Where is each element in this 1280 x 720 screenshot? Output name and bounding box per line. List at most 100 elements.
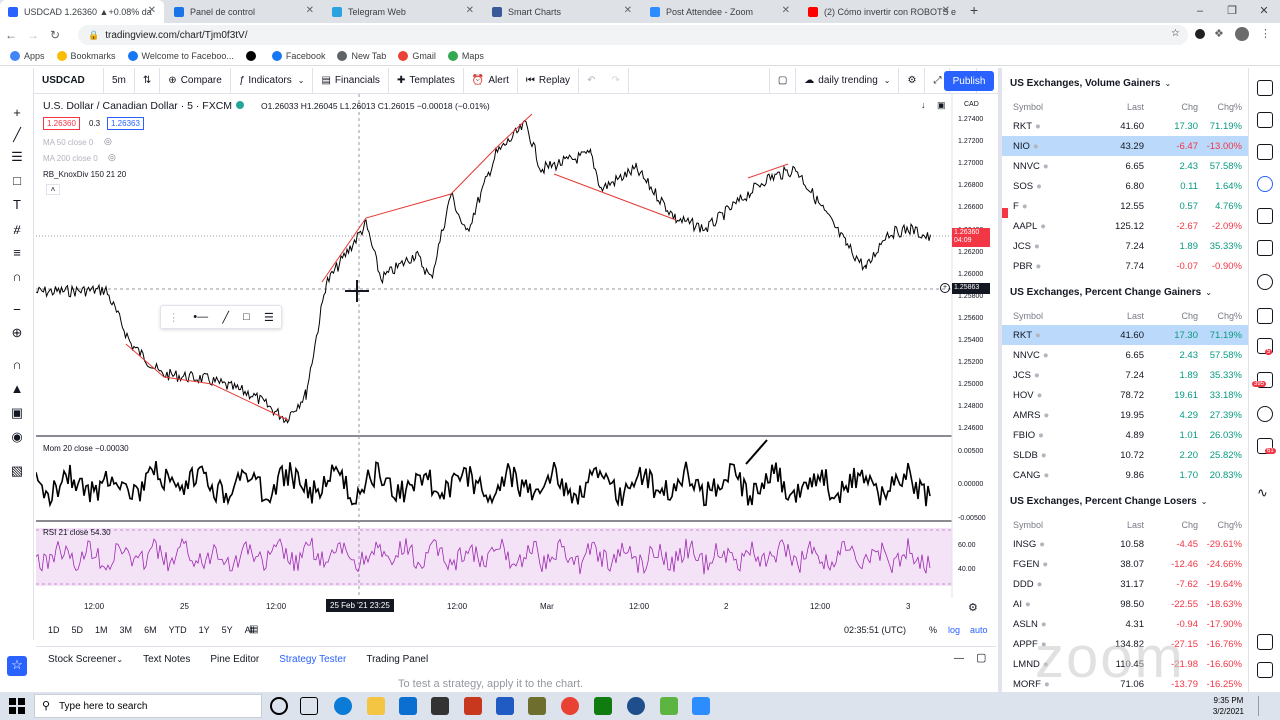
range-button[interactable]: 1Y: [199, 625, 210, 635]
browser-tab[interactable]: Telegram Web ✕: [324, 0, 482, 23]
bookmark-item[interactable]: Bookmarks: [56, 51, 116, 61]
panel-tab[interactable]: Pine Editor: [210, 654, 259, 665]
fullscreen-layout-icon[interactable]: ▢: [768, 67, 797, 94]
maximize-panel-icon[interactable]: ▢: [976, 651, 986, 664]
ma50-legend[interactable]: MA 50 close 0: [43, 138, 93, 147]
column-header[interactable]: Symbol: [1002, 102, 1058, 112]
watchlist-row[interactable]: CANG ● 9.86 1.70 20.83%: [1002, 465, 1248, 485]
publish-button[interactable]: Publish: [944, 71, 994, 91]
windows-start-icon[interactable]: [9, 698, 25, 714]
watchlist-row[interactable]: DDD ● 31.17 -7.62 -19.64%: [1002, 574, 1248, 594]
watchlist-row[interactable]: F ● 12.55 0.57 4.76%: [1002, 196, 1248, 216]
watchlist-row[interactable]: RKT ● 41.60 17.30 71.19%: [1002, 325, 1248, 345]
pattern-icon[interactable]: ⧣: [8, 220, 26, 238]
watchlist-title[interactable]: US Exchanges, Percent Change Gainers ⌄: [1002, 277, 1248, 307]
column-header[interactable]: Symbol: [1002, 520, 1058, 530]
star-icon[interactable]: ☆: [1171, 28, 1180, 39]
rsi-legend[interactable]: RSI 21 close 54.30: [43, 528, 111, 537]
panel-tab[interactable]: Strategy Tester: [279, 654, 346, 665]
broadcast-icon[interactable]: [1257, 406, 1273, 422]
extension-icon[interactable]: [1195, 29, 1205, 39]
text-icon[interactable]: T: [8, 196, 26, 214]
close-tab-icon[interactable]: ✕: [782, 5, 790, 16]
app-icon[interactable]: [528, 697, 546, 715]
utc-clock[interactable]: 02:35:51 (UTC): [844, 625, 906, 635]
ma200-legend[interactable]: MA 200 close 0: [43, 154, 98, 163]
news-icon[interactable]: [1257, 112, 1273, 128]
watchlist-row[interactable]: FBIO ● 4.89 1.01 26.03%: [1002, 425, 1248, 445]
column-header[interactable]: Symbol: [1002, 311, 1058, 321]
brush-icon[interactable]: □: [8, 172, 26, 190]
auto-scale-button[interactable]: auto: [970, 625, 988, 635]
magnet-icon[interactable]: ∩: [8, 268, 26, 286]
chart-pane[interactable]: U.S. Dollar / Canadian Dollar · 5 · FXCM…: [36, 94, 994, 606]
close-tab-icon[interactable]: ✕: [466, 5, 474, 16]
gear-icon[interactable]: ⚙: [899, 67, 926, 94]
zoom-in-icon[interactable]: ⊕: [8, 324, 26, 342]
range-button[interactable]: 5D: [72, 625, 84, 635]
watchlist-row[interactable]: JCS ● 7.24 1.89 35.33%: [1002, 236, 1248, 256]
chat-icon[interactable]: [1257, 308, 1273, 324]
pulse-icon[interactable]: ∿: [1257, 486, 1273, 502]
watchlist-row[interactable]: AI ● 98.50 -22.55 -18.63%: [1002, 594, 1248, 614]
watchlist-title[interactable]: US Exchanges, Percent Change Losers ⌄: [1002, 486, 1248, 516]
browser-tab[interactable]: USDCAD 1.26360 ▲+0.08% da ✕: [0, 0, 164, 23]
column-header[interactable]: Chg%: [1198, 311, 1242, 321]
knoxdiv-legend[interactable]: RB_KnoxDiv 150 21 20: [43, 170, 126, 179]
browser-tab[interactable]: Post Attendee - Zoom ✕: [642, 0, 798, 23]
close-window-icon[interactable]: ✕: [1248, 0, 1280, 23]
bookmark-item[interactable]: Apps: [10, 51, 45, 61]
column-header[interactable]: Chg%: [1198, 102, 1242, 112]
chart-settings-gear-icon[interactable]: ⚙: [968, 601, 978, 614]
scroll-down-icon[interactable]: ↓: [921, 100, 926, 110]
watchlist-row[interactable]: AAPL ● 125.12 -2.67 -2.09%: [1002, 216, 1248, 236]
help-icon[interactable]: [1257, 662, 1273, 678]
trendline-icon[interactable]: ╱: [8, 126, 26, 144]
templates-button[interactable]: ✚ Templates: [389, 67, 464, 94]
restore-icon[interactable]: ❐: [1216, 0, 1248, 23]
calendar-icon[interactable]: [1257, 208, 1273, 224]
watchlist-row[interactable]: NNVC ● 6.65 2.43 57.58%: [1002, 156, 1248, 176]
add-alert-plus-icon[interactable]: +: [940, 283, 950, 293]
layers-icon[interactable]: [1257, 634, 1273, 650]
column-header[interactable]: Chg%: [1198, 520, 1242, 530]
watchlist-row[interactable]: JCS ● 7.24 1.89 35.33%: [1002, 365, 1248, 385]
watchlist-row[interactable]: AMRS ● 19.95 4.29 27.39%: [1002, 405, 1248, 425]
rectangle-icon[interactable]: □: [243, 311, 250, 323]
bookmark-item[interactable]: [245, 51, 260, 61]
minimize-panel-icon[interactable]: —: [954, 653, 964, 664]
close-tab-icon[interactable]: ✕: [624, 5, 632, 16]
system-clock[interactable]: 9:35 PM 3/2/2021: [1213, 695, 1244, 717]
url-field[interactable]: 🔒 tradingview.com/chart/Tjm0f3tV/ ☆: [78, 25, 1188, 45]
bookmark-item[interactable]: Maps: [447, 51, 484, 61]
pitchfork-icon[interactable]: ☰: [8, 148, 26, 166]
reload-icon[interactable]: ↻: [44, 28, 66, 42]
browser-tab[interactable]: Smart Charts ✕: [484, 0, 640, 23]
horizontal-ray-icon[interactable]: •—: [193, 311, 208, 323]
symbol-legend-title[interactable]: U.S. Dollar / Canadian Dollar · 5 · FXCM: [43, 100, 232, 112]
close-tab-icon[interactable]: ✕: [942, 5, 950, 16]
bookmark-item[interactable]: Gmail: [398, 51, 436, 61]
crosshair-icon[interactable]: +: [8, 104, 26, 122]
replay-button[interactable]: ⏮ Replay: [518, 67, 580, 94]
watchlist-row[interactable]: RKT ● 41.60 17.30 71.19%: [1002, 116, 1248, 136]
interval-button[interactable]: 5m: [104, 67, 135, 94]
magnet-mode-icon[interactable]: ∩: [8, 356, 26, 374]
close-tab-icon[interactable]: ✕: [148, 5, 156, 16]
trash-icon[interactable]: ▧: [8, 462, 26, 480]
cortana-icon[interactable]: [270, 697, 288, 715]
watchlist-icon[interactable]: [1257, 80, 1273, 96]
range-button[interactable]: 6M: [144, 625, 157, 635]
panel-tab[interactable]: Text Notes: [143, 654, 190, 665]
powerpoint-icon[interactable]: [464, 697, 482, 715]
lines-menu-icon[interactable]: ☰: [264, 311, 274, 324]
price-axis[interactable]: CAD 1.27400 1.27200 1.27000 1.26800 1.26600 1…: [952, 94, 994, 598]
ruler-icon[interactable]: ⎯: [8, 300, 26, 318]
watchlist-row[interactable]: NIO ● 43.29 -6.47 -13.00%: [1002, 136, 1248, 156]
lock-icon[interactable]: ▣: [8, 404, 26, 422]
browser-tab[interactable]: (2) Cómo invertir con ROBOTS e ✕: [800, 0, 958, 23]
word-icon[interactable]: [496, 697, 514, 715]
excel-icon[interactable]: [594, 697, 612, 715]
bookmark-item[interactable]: Facebook: [271, 51, 325, 61]
data-window-icon[interactable]: [1257, 144, 1273, 160]
